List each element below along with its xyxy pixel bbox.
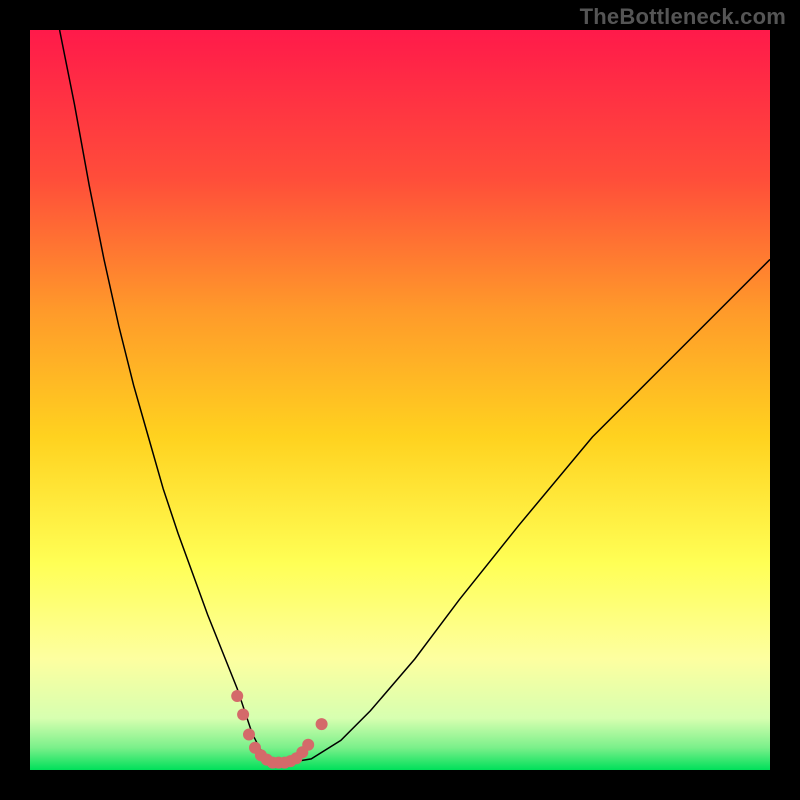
plot-area xyxy=(30,30,770,770)
highlight-dot xyxy=(316,718,328,730)
highlight-dot xyxy=(231,690,243,702)
highlight-dot xyxy=(243,729,255,741)
chart-frame: TheBottleneck.com xyxy=(0,0,800,800)
highlight-dot xyxy=(302,739,314,751)
chart-svg xyxy=(30,30,770,770)
gradient-background xyxy=(30,30,770,770)
highlight-dot xyxy=(237,709,249,721)
watermark-text: TheBottleneck.com xyxy=(580,4,786,30)
